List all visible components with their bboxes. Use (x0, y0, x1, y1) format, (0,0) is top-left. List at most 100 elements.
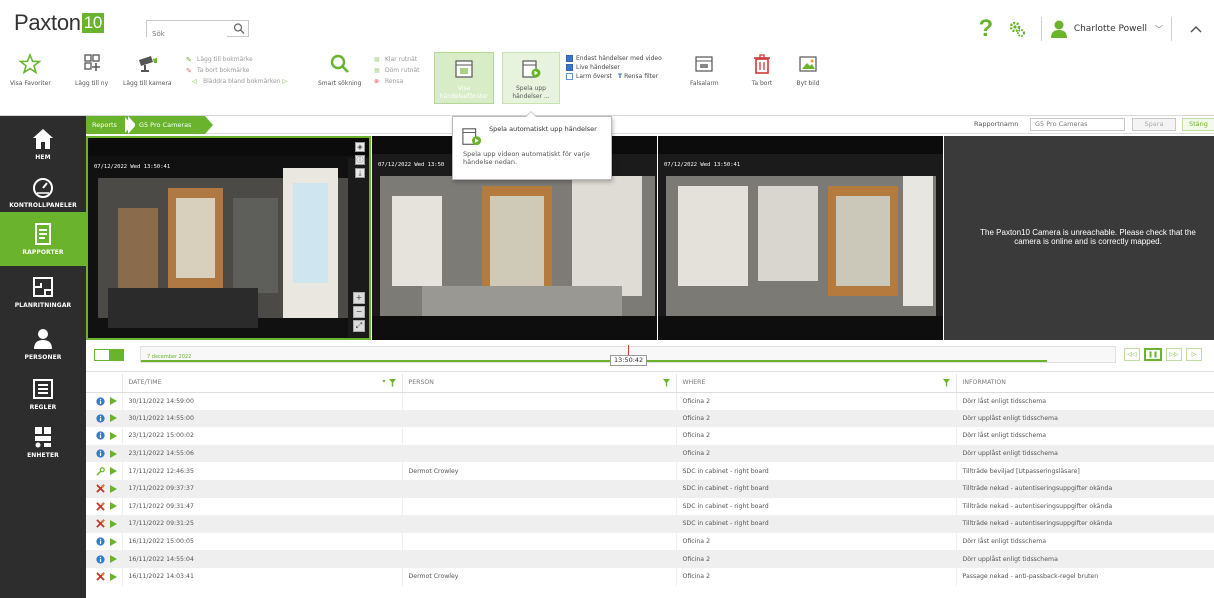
timeline-track[interactable]: 7 december 2022 13:50:42 (140, 345, 1116, 366)
cell-information: Dörr låst enligt tidsschema (956, 532, 1214, 551)
filter-icon[interactable] (662, 379, 670, 387)
clear-grid-button[interactable]: ▦ Klar rutnät (374, 54, 420, 65)
column-header-datetime[interactable]: DATE/TIME ▾ (122, 374, 403, 393)
add-camera-button[interactable]: Lägg till kamera (123, 52, 172, 88)
timeline-view-toggle[interactable] (94, 349, 124, 361)
camera-tile-3[interactable]: 07/12/2022 Wed 13:50:41 (658, 136, 943, 340)
table-row[interactable]: 17/11/2022 09:31:25 SDC in cabinet - righ… (86, 515, 1214, 533)
list-view-icon[interactable] (95, 350, 110, 360)
timeline-view-icon[interactable] (109, 350, 123, 360)
play-video-icon[interactable] (110, 431, 117, 440)
cell-where: Oficina 2 (676, 532, 957, 551)
event-icons-cell (86, 462, 123, 480)
report-name-input[interactable]: G5 Pro Cameras (1030, 118, 1125, 131)
playhead-marker[interactable] (628, 345, 629, 355)
show-favorites-button[interactable]: Visa Favoriter (10, 52, 51, 88)
table-row[interactable]: 17/11/2022 09:31:47 SDC in cabinet - righ… (86, 497, 1214, 516)
column-header-person[interactable]: PERSON (402, 374, 677, 393)
add-bookmark-button[interactable]: ✎ Lägg till bokmärke (186, 54, 287, 65)
sidebar-item-personer[interactable]: PERSONER (0, 316, 86, 372)
play-video-icon[interactable] (110, 397, 117, 406)
zoom-out-icon[interactable]: − (353, 306, 365, 318)
play-video-icon[interactable] (110, 537, 117, 546)
cell-datetime: 16/11/2022 15:00:05 (122, 532, 403, 551)
play-video-icon[interactable] (110, 467, 117, 476)
event-icons-cell (86, 409, 123, 428)
star-icon (18, 52, 42, 75)
browse-bookmarks-button[interactable]: ◁ Bläddra bland bokmärken ▷ (186, 76, 287, 87)
table-row[interactable]: 16/11/2022 14:55:04 Oficina 2 Dörr upplåst… (86, 550, 1214, 568)
play-video-icon[interactable] (110, 572, 117, 581)
camera-tile-4[interactable]: The Paxton10 Camera is unreachable. Plea… (944, 136, 1214, 340)
false-alarm-button[interactable]: Falsalarm (690, 52, 719, 88)
rewind-icon[interactable]: ◁◁ (1124, 348, 1140, 361)
delete-button[interactable]: Ta bort (750, 52, 774, 88)
chevron-down-icon[interactable]: ﹀ (1155, 24, 1163, 35)
live-events-checkbox[interactable]: Live händelser (566, 63, 662, 72)
filter-icon[interactable] (942, 379, 950, 387)
search-icon[interactable] (233, 22, 245, 35)
sidebar-item-rapporter[interactable]: RAPPORTER (0, 212, 86, 266)
info-icon (96, 396, 105, 406)
zoom-in-icon[interactable]: + (353, 292, 365, 304)
table-row[interactable]: 16/11/2022 15:00:05 Oficina 2 Dörr låst en… (86, 532, 1214, 551)
table-row[interactable]: 30/11/2022 14:55:00 Oficina 2 Dörr upplåst… (86, 409, 1214, 428)
column-header-where[interactable]: WHERE (676, 374, 957, 393)
step-icon[interactable]: ▷▷ (1166, 348, 1182, 361)
filter-icon[interactable] (388, 379, 396, 387)
forward-icon[interactable]: ▷ (1186, 348, 1202, 361)
alarms-top-checkbox[interactable]: Larm överst T Rensa filter (566, 72, 662, 81)
rules-icon (33, 379, 53, 399)
snapshot-icon[interactable]: ◈ (355, 142, 365, 152)
breadcrumb-reports[interactable]: Reports (86, 116, 125, 134)
sidebar-item-planritningar[interactable]: PLANRITNINGAR (0, 264, 86, 320)
cell-person (402, 479, 677, 498)
play-video-icon[interactable] (110, 555, 117, 564)
play-video-icon[interactable] (110, 414, 117, 423)
play-video-icon[interactable] (110, 519, 117, 528)
table-row[interactable]: 17/11/2022 12:46:35 Dermot Crowley SDC in … (86, 462, 1214, 480)
pause-icon[interactable]: ❚❚ (1144, 348, 1162, 361)
event-options: Endast händelser med video Live händelse… (566, 54, 662, 81)
smart-search-button[interactable]: Smart sökning (318, 52, 361, 88)
table-row[interactable]: 23/11/2022 15:00:02 Oficina 2 Dörr låst en… (86, 427, 1214, 445)
user-avatar-icon[interactable] (1050, 19, 1068, 39)
help-icon[interactable]: ? (975, 15, 997, 43)
search-input[interactable] (147, 26, 227, 42)
collapse-ribbon-icon[interactable] (1188, 21, 1204, 37)
table-row[interactable]: 23/11/2022 14:55:06 Oficina 2 Dörr upplåst… (86, 444, 1214, 463)
play-events-button[interactable]: Spela upp händelser ... (502, 52, 560, 104)
save-report-button[interactable]: Spara (1132, 118, 1176, 131)
clear-filter-button[interactable]: T Rensa filter (618, 72, 658, 81)
search-box[interactable] (146, 20, 249, 42)
settings-icon[interactable] (1007, 19, 1027, 39)
change-image-button[interactable]: Byt bild (796, 52, 820, 88)
camera-tile-1[interactable]: 07/12/2022 Wed 13:50:41 ◈ ⓘ ⤓ + − ⤢ (86, 136, 371, 340)
close-report-button[interactable]: Stäng (1182, 118, 1214, 131)
table-row[interactable]: 30/11/2022 14:59:00 Oficina 2 Dörr låst en… (86, 392, 1214, 410)
cell-datetime: 23/11/2022 14:55:06 (122, 444, 403, 463)
play-video-icon[interactable] (110, 502, 117, 511)
user-name[interactable]: Charlotte Powell (1074, 24, 1147, 34)
cell-datetime: 23/11/2022 15:00:02 (122, 427, 403, 445)
delete-bookmark-button[interactable]: ✎ Ta bort bokmärke (186, 65, 287, 76)
playback-controls: ◁◁ ❚❚ ▷▷ ▷ (1124, 348, 1206, 361)
table-row[interactable]: 17/11/2022 09:37:37 SDC in cabinet - righ… (86, 479, 1214, 498)
column-header-information[interactable]: INFORMATION (956, 374, 1214, 393)
download-icon[interactable]: ⤓ (355, 168, 365, 178)
add-new-button[interactable]: Lägg till ny (75, 52, 108, 88)
table-row[interactable]: 16/11/2022 14:03:41 Dermot Crowley Oficina… (86, 567, 1214, 586)
info-icon[interactable]: ⓘ (355, 155, 365, 165)
cell-datetime: 17/11/2022 09:31:47 (122, 497, 403, 516)
show-event-window-button[interactable]: Visa händelsefönster (434, 52, 494, 104)
play-video-icon[interactable] (110, 449, 117, 458)
clear-button[interactable]: ⊗ Rensa (374, 76, 420, 87)
bookmark-actions: ✎ Lägg till bokmärke ✎ Ta bort bokmärke ◁ B… (186, 54, 287, 87)
sidebar-item-enheter[interactable]: ENHETER (0, 414, 86, 470)
sort-desc-icon[interactable]: ▾ (382, 378, 385, 385)
cell-where: Oficina 2 (676, 427, 957, 445)
fit-icon[interactable]: ⤢ (353, 320, 365, 332)
play-video-icon[interactable] (110, 484, 117, 493)
judge-grid-button[interactable]: ▦ Döm rutnät (374, 65, 420, 76)
video-only-checkbox[interactable]: Endast händelser med video (566, 54, 662, 63)
